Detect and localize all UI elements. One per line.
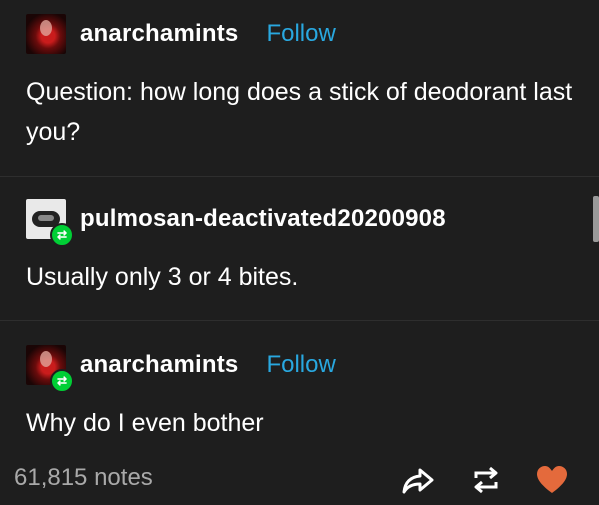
post-text: Why do I even bother (26, 409, 264, 437)
notes-count[interactable]: 61,815 notes (14, 464, 153, 492)
share-icon[interactable] (400, 462, 436, 498)
avatar[interactable]: ⇄ (26, 345, 74, 393)
post-header: anarchamints Follow (26, 14, 336, 54)
post-reblog-2: ⇄ anarchamints Follow Why do I even both… (0, 320, 599, 450)
post-reblog-1: ⇄ pulmosan-deactivated20200908 Usually o… (0, 176, 599, 316)
post-footer: 61,815 notes (0, 456, 599, 505)
follow-button[interactable]: Follow (266, 351, 335, 379)
username[interactable]: pulmosan-deactivated20200908 (80, 205, 446, 233)
scrollbar[interactable] (593, 196, 599, 242)
post-header: ⇄ pulmosan-deactivated20200908 (26, 199, 446, 247)
post-text: Question: how long does a stick of deodo… (26, 78, 573, 146)
reblog-icon[interactable] (468, 462, 504, 498)
post-original: anarchamints Follow Question: how long d… (0, 0, 599, 172)
username[interactable]: anarchamints (80, 20, 238, 48)
follow-button[interactable]: Follow (266, 20, 335, 48)
avatar[interactable]: ⇄ (26, 199, 74, 247)
username[interactable]: anarchamints (80, 351, 238, 379)
reblog-badge-icon: ⇄ (50, 369, 74, 393)
post-text: Usually only 3 or 4 bites. (26, 263, 299, 291)
avatar[interactable] (26, 14, 66, 54)
post-header: ⇄ anarchamints Follow (26, 345, 336, 393)
reblog-badge-icon: ⇄ (50, 223, 74, 247)
heart-icon[interactable] (534, 462, 570, 498)
